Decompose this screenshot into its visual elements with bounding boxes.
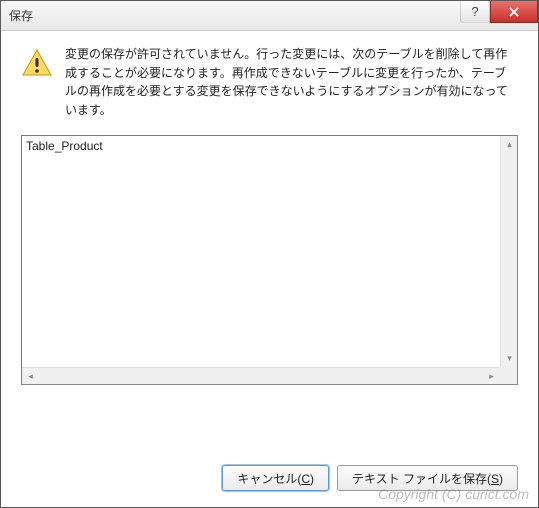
- message-row: 変更の保存が許可されていません。行った変更には、次のテーブルを削除して再作成する…: [21, 45, 518, 119]
- list-item[interactable]: Table_Product: [26, 138, 513, 154]
- dialog-title: 保存: [9, 7, 33, 24]
- scroll-corner: [500, 367, 517, 384]
- close-button[interactable]: [490, 1, 538, 23]
- horizontal-scrollbar[interactable]: ◂ ▸: [22, 367, 500, 384]
- message-text: 変更の保存が許可されていません。行った変更には、次のテーブルを削除して再作成する…: [65, 45, 518, 119]
- titlebar-buttons: ?: [460, 1, 538, 23]
- scroll-up-icon[interactable]: ▴: [501, 136, 518, 153]
- scroll-left-icon[interactable]: ◂: [22, 368, 39, 385]
- save-text-button[interactable]: テキスト ファイルを保存(S): [337, 465, 518, 491]
- scroll-right-icon[interactable]: ▸: [483, 368, 500, 385]
- close-icon: [508, 6, 520, 18]
- button-row: キャンセル(C) テキスト ファイルを保存(S): [21, 451, 518, 491]
- vertical-scrollbar[interactable]: ▴ ▾: [500, 136, 517, 367]
- warning-icon: [21, 47, 53, 79]
- scroll-down-icon[interactable]: ▾: [501, 350, 518, 367]
- cancel-button[interactable]: キャンセル(C): [222, 465, 329, 491]
- dialog-content: 変更の保存が許可されていません。行った変更には、次のテーブルを削除して再作成する…: [1, 31, 538, 507]
- listbox-content: Table_Product: [22, 136, 517, 384]
- save-dialog: 保存 ? 変更の保存が許可されていません。行った変更には、次のテーブルを削除して…: [0, 0, 539, 508]
- table-listbox[interactable]: Table_Product ▴ ▾ ◂ ▸: [21, 135, 518, 385]
- help-button[interactable]: ?: [460, 1, 490, 23]
- titlebar: 保存 ?: [1, 1, 538, 31]
